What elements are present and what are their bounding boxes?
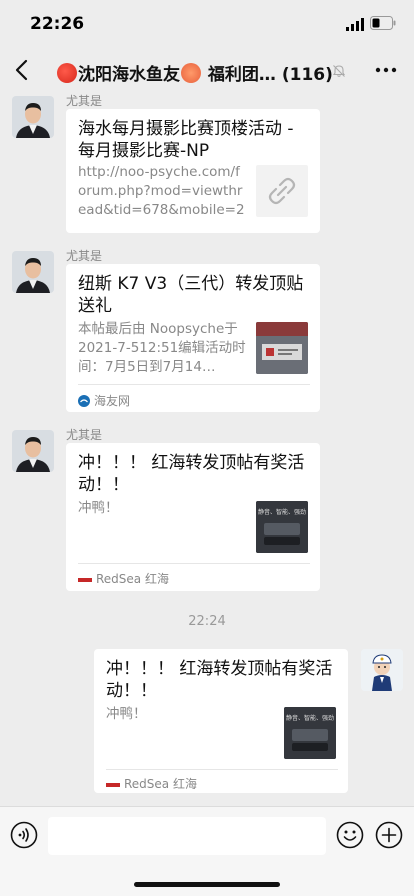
mute-icon — [332, 65, 346, 77]
card-description: 冲鸭！ — [78, 500, 119, 516]
avatar[interactable] — [12, 430, 54, 472]
message-card[interactable]: 冲！！！ 红海转发顶帖有奖活动！！ 冲鸭！ 静音、智能、强劲 RedSea 红海 — [66, 443, 320, 591]
message-input[interactable] — [48, 817, 326, 855]
product-thumbnail — [256, 322, 308, 374]
status-bar: 22:26 — [0, 0, 414, 48]
nav-bar: 沈阳海水鱼友 福利团… (116) — [0, 48, 414, 92]
card-source-label: RedSea 红海 — [96, 572, 169, 586]
thumbnail-caption: 静音、智能、强劲 — [286, 714, 334, 722]
card-source-label: 海友网 — [94, 394, 131, 408]
sender-name: 尤其是 — [66, 249, 103, 263]
battery-icon — [370, 16, 396, 30]
card-description: http://noo-psyche.com/forum.php?mod=view… — [78, 164, 245, 218]
card-title: 纽斯 K7 V3（三代）转发顶贴送礼 — [78, 274, 304, 316]
card-title: 冲！！！ 红海转发顶帖有奖活动！！ — [106, 659, 333, 701]
card-source: RedSea 红海 — [78, 570, 169, 587]
redsea-logo-icon — [78, 578, 92, 582]
plus-icon[interactable] — [375, 821, 403, 849]
time-separator: 22:24 — [188, 614, 226, 629]
card-divider — [78, 384, 310, 385]
card-source-label: RedSea 红海 — [124, 777, 197, 791]
product-thumbnail: 静音、智能、强劲 — [284, 707, 336, 759]
chat-title-part2: 福利团… — [207, 65, 276, 85]
self-message-card[interactable]: 冲！！！ 红海转发顶帖有奖活动！！ 冲鸭！ 静音、智能、强劲 RedSea 红海 — [94, 649, 348, 793]
chat-title[interactable]: 沈阳海水鱼友 福利团… (116) — [56, 60, 332, 85]
signal-icon — [346, 18, 364, 31]
status-time: 22:26 — [30, 14, 85, 34]
self-avatar[interactable] — [361, 649, 403, 691]
card-title: 冲！！！ 红海转发顶帖有奖活动！！ — [78, 453, 305, 495]
chat-title-part1: 沈阳海水鱼友 — [78, 65, 180, 85]
card-source: RedSea 红海 — [106, 775, 197, 792]
sender-name: 尤其是 — [66, 428, 103, 442]
card-source: 海友网 — [78, 392, 130, 409]
emoji-icon[interactable] — [336, 821, 364, 849]
product-thumbnail: 静音、智能、强劲 — [256, 501, 308, 553]
voice-icon[interactable] — [10, 821, 38, 849]
message-card[interactable]: 海水每月摄影比赛顶楼活动 - 每月摄影比赛-NP http://noo-psyc… — [66, 109, 320, 233]
avatar[interactable] — [12, 251, 54, 293]
avatar[interactable] — [12, 96, 54, 138]
more-icon[interactable] — [374, 62, 398, 78]
member-count: (116) — [281, 65, 332, 85]
ping-pong-icon — [57, 63, 77, 83]
redsea-logo-icon — [106, 783, 120, 787]
back-icon[interactable] — [12, 58, 32, 82]
link-thumbnail — [256, 165, 308, 217]
message-card[interactable]: 纽斯 K7 V3（三代）转发顶贴送礼 本帖最后由 Noopsyche于 2021… — [66, 264, 320, 412]
card-description: 本帖最后由 Noopsyche于 2021-7-512:51编辑活动时间：7月5… — [78, 321, 246, 375]
link-icon — [268, 177, 296, 205]
shrimp-icon — [181, 63, 201, 83]
thumbnail-caption: 静音、智能、强劲 — [258, 508, 306, 516]
card-divider — [106, 769, 338, 770]
card-title: 海水每月摄影比赛顶楼活动 - 每月摄影比赛-NP — [78, 119, 294, 161]
home-indicator — [134, 882, 280, 887]
card-description: 冲鸭！ — [106, 706, 147, 722]
source-logo-icon — [78, 395, 90, 407]
sender-name: 尤其是 — [66, 94, 103, 108]
card-divider — [78, 563, 310, 564]
